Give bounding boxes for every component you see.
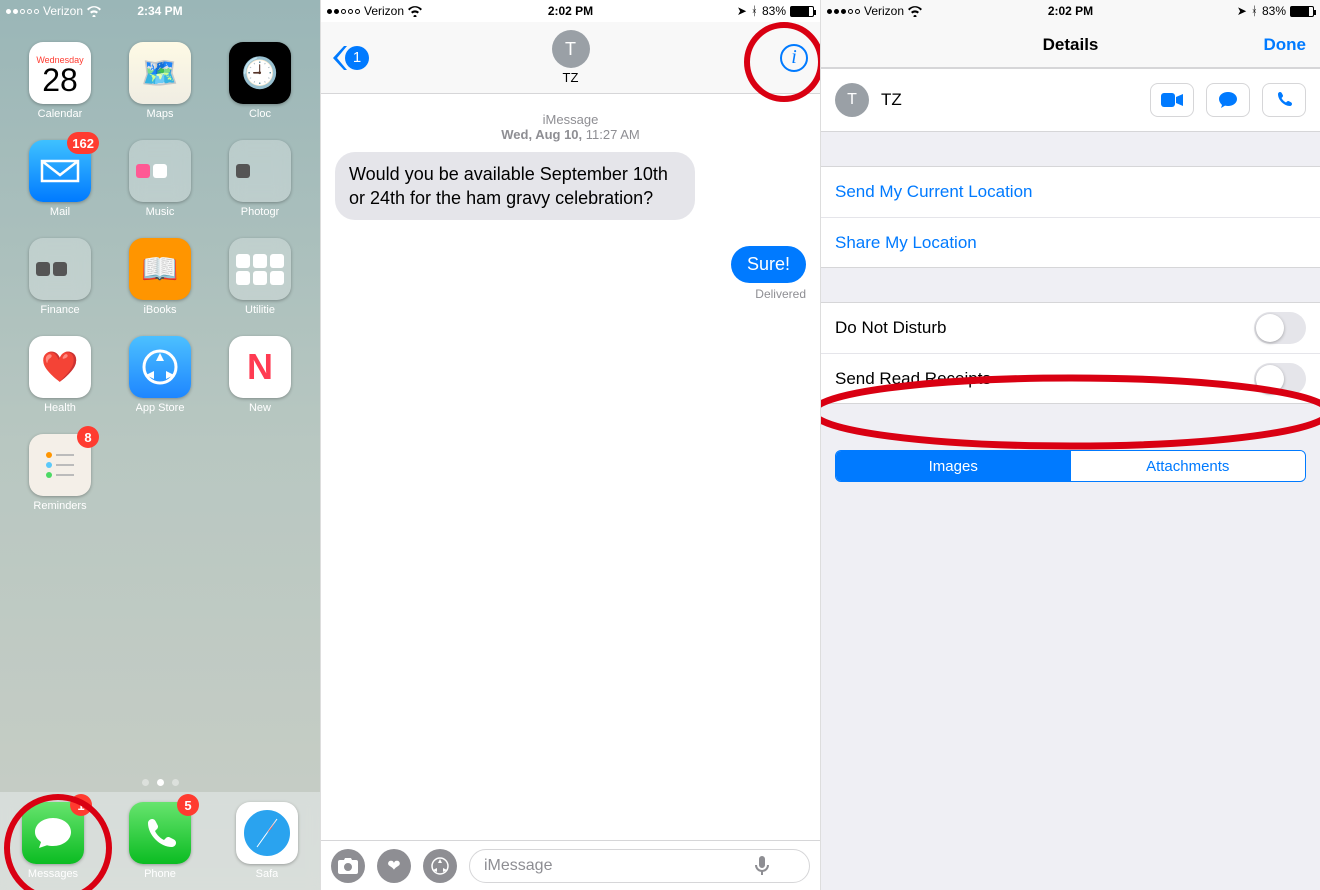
dnd-label: Do Not Disturb bbox=[835, 318, 946, 338]
message-input[interactable]: iMessage bbox=[469, 849, 810, 883]
app-ibooks[interactable]: 📖 iBooks bbox=[122, 238, 198, 336]
battery-icon bbox=[1290, 6, 1314, 17]
call-button[interactable] bbox=[1262, 83, 1306, 117]
messages-icon: 1 bbox=[22, 802, 84, 864]
thread-title[interactable]: T TZ bbox=[321, 30, 820, 85]
thread-meta: iMessage Wed, Aug 10, 11:27 AM bbox=[335, 112, 806, 142]
clock: 2:02 PM bbox=[321, 4, 820, 18]
message-button[interactable] bbox=[1206, 83, 1250, 117]
status-bar: Verizon 2:34 PM bbox=[0, 0, 320, 22]
app-maps[interactable]: 🗺️ Maps bbox=[122, 42, 198, 140]
maps-icon: 🗺️ bbox=[129, 42, 191, 104]
home-screen: Verizon 2:34 PM Wednesday 28 Calendar 🗺️… bbox=[0, 0, 320, 890]
folder-icon bbox=[229, 238, 291, 300]
apps-button[interactable] bbox=[423, 849, 457, 883]
done-button[interactable]: Done bbox=[1264, 35, 1307, 55]
phone-icon: 5 bbox=[129, 802, 191, 864]
folder-finance[interactable]: Finance bbox=[22, 238, 98, 336]
avatar: T bbox=[552, 30, 590, 68]
facetime-video-button[interactable] bbox=[1150, 83, 1194, 117]
clock: 2:02 PM bbox=[821, 4, 1320, 18]
segmented-control: Images Attachments bbox=[835, 450, 1306, 482]
safari-icon bbox=[236, 802, 298, 864]
app-news[interactable]: N New bbox=[222, 336, 298, 434]
calendar-icon: Wednesday 28 bbox=[29, 42, 91, 104]
input-placeholder: iMessage bbox=[484, 857, 552, 875]
battery-icon bbox=[790, 6, 814, 17]
nav-bar: 1 T TZ i bbox=[321, 22, 820, 94]
send-location-button[interactable]: Send My Current Location bbox=[821, 167, 1320, 217]
seg-images[interactable]: Images bbox=[836, 451, 1071, 481]
folder-photo[interactable]: Photogr bbox=[222, 140, 298, 238]
messages-details: Verizon 2:02 PM ➤ ᚼ 83% Details Done T T… bbox=[820, 0, 1320, 890]
camera-button[interactable] bbox=[331, 849, 365, 883]
share-location-button[interactable]: Share My Location bbox=[821, 217, 1320, 267]
compose-bar: ❤ iMessage bbox=[321, 840, 820, 890]
clock-icon: 🕘 bbox=[229, 42, 291, 104]
settings-section: Do Not Disturb Send Read Receipts bbox=[821, 302, 1320, 404]
mail-badge: 162 bbox=[67, 132, 99, 154]
app-health[interactable]: ❤️ Health bbox=[22, 336, 98, 434]
dock-phone[interactable]: 5 Phone bbox=[129, 802, 191, 890]
messages-badge: 1 bbox=[70, 794, 92, 816]
segmented-wrap: Images Attachments bbox=[821, 450, 1320, 482]
contact-name: TZ bbox=[881, 90, 1138, 110]
location-section: Send My Current Location Share My Locati… bbox=[821, 166, 1320, 268]
thread-date: Wed, Aug 10, bbox=[501, 127, 582, 142]
mic-icon[interactable] bbox=[755, 856, 769, 876]
folder-icon bbox=[229, 140, 291, 202]
status-bar: Verizon 2:02 PM ➤ ᚼ 83% bbox=[321, 0, 820, 22]
page-indicator bbox=[0, 773, 320, 792]
page-title: Details bbox=[1043, 35, 1099, 55]
incoming-bubble[interactable]: Would you be available September 10th or… bbox=[335, 152, 695, 220]
service-label: iMessage bbox=[335, 112, 806, 127]
seg-attachments[interactable]: Attachments bbox=[1071, 451, 1306, 481]
read-receipts-row: Send Read Receipts bbox=[821, 353, 1320, 403]
contact-name: TZ bbox=[563, 70, 579, 85]
read-receipts-label: Send Read Receipts bbox=[835, 369, 991, 389]
cal-day-num: 28 bbox=[42, 65, 78, 95]
digital-touch-button[interactable]: ❤ bbox=[377, 849, 411, 883]
dock-safari[interactable]: Safa bbox=[236, 802, 298, 890]
reminders-badge: 8 bbox=[77, 426, 99, 448]
app-mail[interactable]: 162 Mail bbox=[22, 140, 98, 238]
thread-time: 11:27 AM bbox=[586, 127, 640, 142]
folder-music[interactable]: Music bbox=[122, 140, 198, 238]
status-bar: Verizon 2:02 PM ➤ ᚼ 83% bbox=[821, 0, 1320, 22]
clock: 2:34 PM bbox=[0, 4, 320, 18]
folder-icon bbox=[129, 140, 191, 202]
news-icon: N bbox=[229, 336, 291, 398]
app-grid: Wednesday 28 Calendar 🗺️ Maps 🕘 Cloc 162… bbox=[0, 22, 320, 773]
app-calendar[interactable]: Wednesday 28 Calendar bbox=[22, 42, 98, 140]
mail-icon: 162 bbox=[29, 140, 91, 202]
ibooks-icon: 📖 bbox=[129, 238, 191, 300]
avatar: T bbox=[835, 83, 869, 117]
reminders-icon: 8 bbox=[29, 434, 91, 496]
app-appstore[interactable]: App Store bbox=[122, 336, 198, 434]
app-clock[interactable]: 🕘 Cloc bbox=[222, 42, 298, 140]
thread-body[interactable]: iMessage Wed, Aug 10, 11:27 AM Would you… bbox=[321, 94, 820, 315]
phone-badge: 5 bbox=[177, 794, 199, 816]
appstore-icon bbox=[129, 336, 191, 398]
dock: 1 Messages 5 Phone Safa bbox=[0, 792, 320, 890]
app-reminders[interactable]: 8 Reminders bbox=[22, 434, 98, 532]
delivered-label: Delivered bbox=[755, 287, 806, 301]
outgoing-bubble[interactable]: Sure! bbox=[731, 246, 806, 283]
dock-messages[interactable]: 1 Messages bbox=[22, 802, 84, 890]
dnd-toggle[interactable] bbox=[1254, 312, 1306, 344]
dnd-row: Do Not Disturb bbox=[821, 303, 1320, 353]
contact-row[interactable]: T TZ bbox=[821, 68, 1320, 132]
folder-utilities[interactable]: Utilitie bbox=[222, 238, 298, 336]
nav-bar: Details Done bbox=[821, 22, 1320, 68]
health-icon: ❤️ bbox=[29, 336, 91, 398]
folder-icon bbox=[29, 238, 91, 300]
read-receipts-toggle[interactable] bbox=[1254, 363, 1306, 395]
messages-thread: Verizon 2:02 PM ➤ ᚼ 83% 1 T TZ i iMessag bbox=[320, 0, 820, 890]
